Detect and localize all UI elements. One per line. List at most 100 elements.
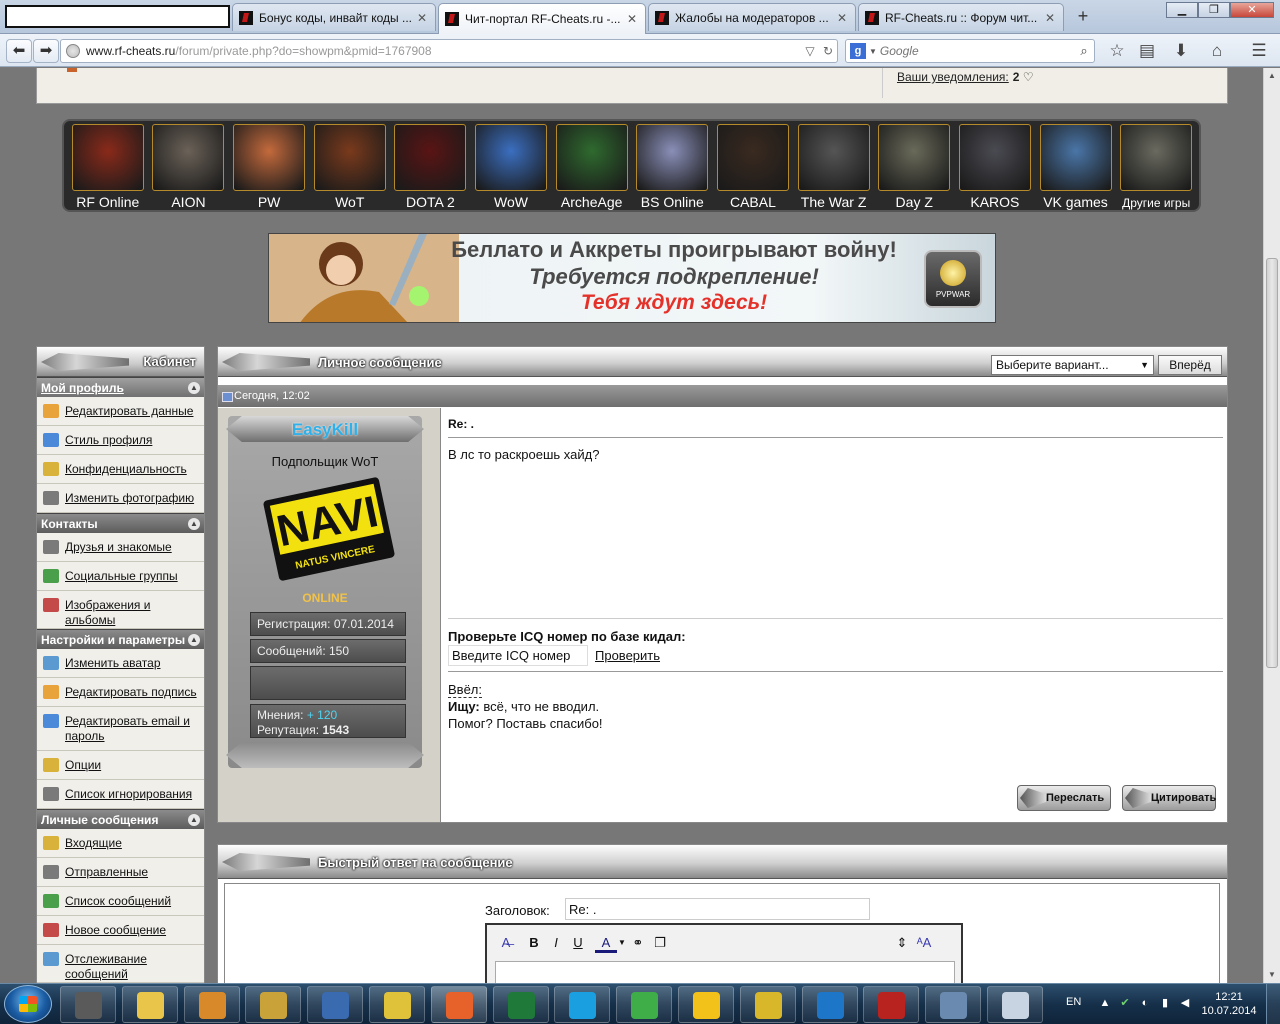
game-link[interactable]: WoT [311,124,389,210]
taskbar-app-button[interactable] [245,986,302,1023]
taskbar-app-button[interactable] [60,986,116,1023]
taskbar-app-button[interactable] [678,986,734,1023]
sidebar-item[interactable]: Отправленные [37,858,204,887]
scroll-down-icon[interactable]: ▼ [1264,967,1280,983]
sidebar-item[interactable]: Друзья и знакомые [37,533,204,562]
taskbar-app-button[interactable] [616,986,673,1023]
address-bar[interactable]: www.rf-cheats.ru/forum/private.php?do=sh… [60,39,838,63]
sidebar-section-header[interactable]: Контакты ▲ [37,513,204,533]
chevron-down-icon[interactable]: ▼ [869,47,877,56]
bold-button[interactable]: B [523,933,545,953]
game-link[interactable]: Day Z [875,124,953,210]
taskbar-app-button[interactable] [430,986,487,1023]
taskbar-app-button[interactable] [925,986,982,1023]
italic-button[interactable]: I [545,933,567,953]
icq-check-link[interactable]: Проверить [595,648,660,663]
game-link[interactable]: PW [230,124,308,210]
sidebar-item[interactable]: Изменить фотографию [37,484,204,513]
notifications-label[interactable]: Ваши уведомления: [897,70,1009,84]
sidebar-item[interactable]: Список сообщений [37,887,204,916]
network-icon[interactable]: ◐ [1138,996,1152,1010]
sidebar-item[interactable]: Редактировать подпись [37,678,204,707]
game-link[interactable]: DOTA 2 [392,124,470,210]
bookmark-star-icon[interactable]: ☆ [1104,40,1130,62]
sidebar-item[interactable]: Редактировать данные [37,397,204,426]
tray-expand-icon[interactable]: ▲ [1098,996,1112,1010]
tab-close-icon[interactable]: ✕ [415,11,429,25]
game-link[interactable]: AION [150,124,228,210]
collapse-icon[interactable]: ▲ [188,382,200,394]
game-link[interactable]: CABAL [714,124,792,210]
reload-icon[interactable]: ↻ [819,44,837,58]
tab-bonus-codes[interactable]: Бонус коды, инвайт коды ... ✕ [232,3,436,31]
back-button[interactable]: ⬅ [6,39,32,63]
clock[interactable]: 12:21 10.07.2014 [1198,990,1260,1018]
show-desktop-button[interactable] [1266,984,1280,1024]
sidebar-item[interactable]: Новое сообщение [37,916,204,945]
taskbar-app-button[interactable] [492,986,549,1023]
sidebar-item[interactable]: Редактировать email и пароль [37,707,204,751]
avatar[interactable]: NAVI NATUS VINCERE [262,474,396,584]
collapse-icon[interactable]: ▲ [188,634,200,646]
icq-number-input[interactable] [448,645,588,666]
menu-icon[interactable]: ☰ [1246,40,1272,62]
minimize-button[interactable]: ▁ [1166,2,1198,18]
maximize-button[interactable]: ❐ [1198,2,1230,18]
sidebar-item[interactable]: Отслеживание сообщений [37,945,204,983]
sidebar-item[interactable]: Опции [37,751,204,780]
reply-subject-input[interactable] [565,898,870,920]
game-link[interactable]: RF Online [69,124,147,210]
tab-close-icon[interactable]: ✕ [625,12,639,26]
quote-button[interactable]: Цитировать [1122,785,1216,811]
collapse-icon[interactable]: ▲ [188,518,200,530]
sidebar-item[interactable]: Конфиденциальность [37,455,204,484]
game-link[interactable]: The War Z [795,124,873,210]
forward-button[interactable]: ➡ [33,39,59,63]
close-window-button[interactable]: ✕ [1230,2,1274,18]
text-color-button[interactable]: A [595,933,617,953]
game-link[interactable]: BS Online [633,124,711,210]
sidebar-section-header[interactable]: Настройки и параметры ▲ [37,629,204,649]
sidebar-item[interactable]: Стиль профиля [37,426,204,455]
author-name[interactable]: EasyKill [228,420,422,440]
sidebar-item[interactable]: Социальные группы [37,562,204,591]
chevron-down-icon[interactable]: ▼ [617,933,627,953]
new-tab-button[interactable]: + [1074,6,1092,26]
reply-textarea[interactable] [495,961,955,983]
taskbar-app-button[interactable] [987,986,1043,1023]
language-indicator[interactable]: EN [1066,996,1081,1008]
resize-icon[interactable]: ⇕ [891,933,913,953]
sidebar-item[interactable]: Список игнорирования [37,780,204,809]
home-icon[interactable]: ⌂ [1204,40,1230,62]
sidebar-item[interactable]: Изображения и альбомы [37,591,204,629]
search-icon[interactable]: ⌕ [1074,43,1094,59]
collapse-icon[interactable]: ▲ [188,814,200,826]
sidebar-section-header[interactable]: Мой профиль ▲ [37,377,204,397]
signal-icon[interactable]: ▮ [1158,996,1172,1010]
quote-icon[interactable]: ❐ [649,933,671,953]
advertisement-banner[interactable]: Беллато и Аккреты проигрывают войну! Тре… [268,233,996,323]
sidebar-section-header[interactable]: Личные сообщения ▲ [37,809,204,829]
scrollbar-thumb[interactable] [1266,258,1278,668]
taskbar-app-button[interactable] [739,986,796,1023]
notifications[interactable]: Ваши уведомления: 2 ♡ [897,70,1034,84]
sidebar-item[interactable]: Входящие [37,829,204,858]
taskbar-app-button[interactable] [307,986,364,1023]
underline-button[interactable]: U [567,933,589,953]
game-link[interactable]: Другие игры [1117,124,1195,210]
vertical-scrollbar[interactable]: ▲ ▼ [1263,68,1280,983]
security-icon[interactable]: ✔ [1118,996,1132,1010]
tab-moderator-complaints[interactable]: Жалобы на модераторов ... ✕ [648,3,856,31]
switch-mode-icon[interactable]: ᴬA [913,933,935,953]
tab-forum[interactable]: RF-Cheats.ru :: Форум чит... ✕ [858,3,1064,31]
forward-message-button[interactable]: Переслать [1017,785,1111,811]
game-link[interactable]: VK games [1037,124,1115,210]
download-icon[interactable]: ⬇ [1168,40,1194,62]
taskbar-app-button[interactable] [183,986,240,1023]
action-select[interactable]: Выберите вариант... ▼ [991,355,1154,375]
game-link[interactable]: WoW [472,124,550,210]
volume-icon[interactable]: ◀ [1178,996,1192,1010]
taskbar-app-button[interactable] [369,986,425,1023]
search-input[interactable] [879,44,1074,58]
url-text[interactable]: www.rf-cheats.ru/forum/private.php?do=sh… [86,44,801,58]
